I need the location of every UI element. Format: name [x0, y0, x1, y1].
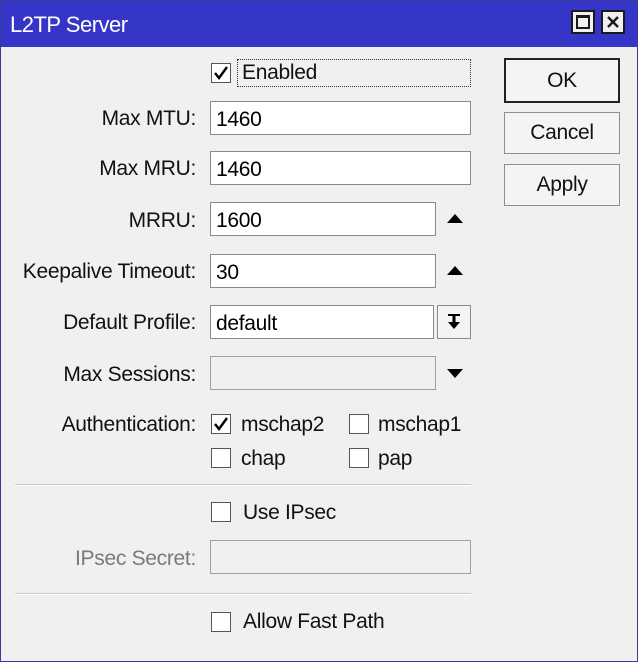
- close-icon: [607, 16, 619, 28]
- default-profile-label: Default Profile:: [63, 311, 196, 334]
- mschap2-label[interactable]: mschap2: [241, 413, 324, 437]
- separator: [15, 593, 471, 595]
- enabled-checkbox[interactable]: [211, 63, 231, 83]
- mrru-label: MRRU:: [128, 209, 197, 232]
- title-bar[interactable]: L2TP Server: [1, 1, 637, 47]
- use-ipsec-label[interactable]: Use IPsec: [243, 501, 336, 525]
- max-sessions-label: Max Sessions:: [63, 363, 196, 386]
- authentication-label: Authentication:: [61, 413, 197, 436]
- checkmark-icon: [214, 66, 228, 80]
- max-sessions-input[interactable]: [210, 356, 436, 390]
- maximize-icon: [576, 15, 590, 29]
- chap-checkbox[interactable]: [211, 448, 231, 468]
- separator: [15, 484, 471, 486]
- allow-fast-path-label[interactable]: Allow Fast Path: [243, 610, 385, 634]
- enabled-label[interactable]: Enabled: [242, 61, 317, 85]
- keepalive-timeout-input[interactable]: 30: [210, 254, 436, 288]
- mrru-collapse-icon[interactable]: [444, 210, 466, 226]
- max-mru-input[interactable]: 1460: [210, 151, 471, 185]
- window-title: L2TP Server: [10, 12, 128, 37]
- dropdown-arrow-icon: [448, 314, 460, 329]
- checkmark-icon: [214, 417, 228, 431]
- pap-label[interactable]: pap: [378, 447, 412, 471]
- mschap1-label[interactable]: mschap1: [378, 413, 461, 437]
- keepalive-timeout-label: Keepalive Timeout:: [22, 260, 197, 283]
- max-sessions-expand-icon[interactable]: [444, 365, 466, 381]
- allow-fast-path-checkbox[interactable]: [211, 612, 231, 632]
- max-mtu-input[interactable]: 1460: [210, 101, 471, 135]
- maximize-button[interactable]: [571, 10, 595, 34]
- l2tp-server-window: L2TP Server Enabled Max MTU: 1460 Max MR…: [0, 0, 638, 662]
- pap-checkbox[interactable]: [349, 448, 369, 468]
- mschap1-checkbox[interactable]: [349, 414, 369, 434]
- chap-label[interactable]: chap: [241, 447, 286, 471]
- default-profile-dropdown-button[interactable]: [437, 305, 471, 339]
- max-mtu-label: Max MTU:: [101, 107, 197, 130]
- mschap2-checkbox[interactable]: [211, 414, 231, 434]
- ok-button[interactable]: OK: [504, 58, 620, 103]
- mrru-input[interactable]: 1600: [210, 202, 436, 236]
- ipsec-secret-input[interactable]: [210, 540, 471, 574]
- use-ipsec-checkbox[interactable]: [211, 502, 231, 522]
- ipsec-secret-label: IPsec Secret:: [75, 547, 196, 570]
- apply-button[interactable]: Apply: [504, 164, 620, 206]
- keepalive-collapse-icon[interactable]: [444, 262, 466, 278]
- default-profile-select[interactable]: default: [210, 305, 434, 339]
- max-mru-label: Max MRU:: [99, 157, 196, 180]
- cancel-button[interactable]: Cancel: [504, 112, 620, 154]
- close-button[interactable]: [601, 10, 625, 34]
